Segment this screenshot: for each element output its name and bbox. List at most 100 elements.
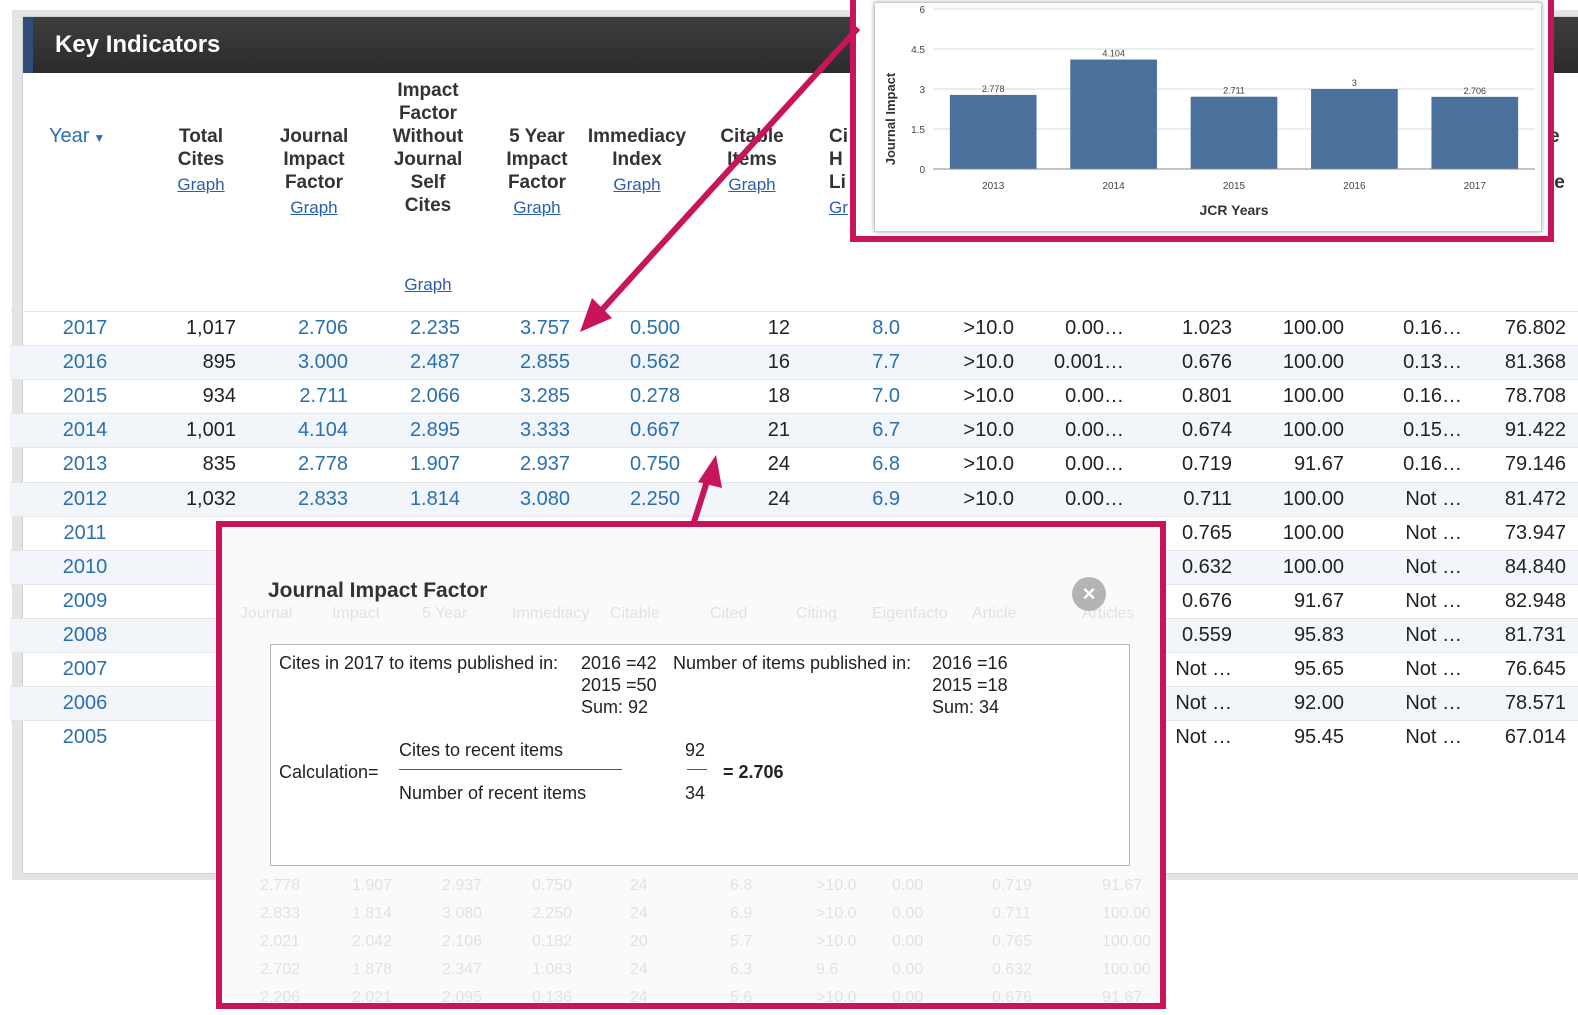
- total-cites-graph-link[interactable]: Graph: [151, 173, 251, 196]
- table-cell: Not …: [1405, 555, 1462, 578]
- table-cell: 1.907: [409, 453, 460, 476]
- table-cell: 0.00…: [1065, 317, 1124, 339]
- table-cell: 8.0: [872, 317, 900, 339]
- year-link[interactable]: 2009: [40, 590, 130, 613]
- bar: [949, 94, 1037, 169]
- table-cell: 91.422: [1504, 419, 1566, 442]
- jifws-l3: Without: [392, 126, 464, 147]
- year-link[interactable]: 2016: [40, 351, 130, 374]
- table-cell: >10.0: [963, 453, 1014, 476]
- ghost-header: Article: [972, 605, 1017, 622]
- table-cell: 2.487: [409, 351, 460, 374]
- bar: [1190, 96, 1278, 169]
- year-link[interactable]: 2005: [40, 726, 130, 749]
- ghost-header: Eigenfacto: [872, 605, 948, 622]
- table-cell: 0.00…: [1065, 487, 1124, 510]
- y-tick-label: 4.5: [911, 45, 925, 56]
- table-cell: 2.778: [297, 453, 348, 476]
- ghost-cell: 0.00: [892, 933, 924, 950]
- cites-2016: 2016 =42: [581, 653, 657, 673]
- fy-l1: 5 Year: [509, 126, 565, 147]
- ghost-header: 5 Year: [422, 605, 468, 622]
- ghost-cell: 0.00: [892, 989, 924, 1006]
- year-link[interactable]: 2012: [40, 488, 130, 511]
- ghost-header: Cited: [710, 605, 748, 622]
- table-cell: 0.00…: [1065, 453, 1124, 476]
- ghost-cell: >10.0: [816, 933, 857, 950]
- calculation-result: = 2.706: [723, 762, 784, 782]
- ghost-cell: 2.021: [260, 933, 301, 950]
- table-cell: 0.719: [1181, 453, 1232, 476]
- imm-l2: Index: [612, 149, 662, 170]
- citable-graph-link[interactable]: Graph: [707, 173, 797, 196]
- ghost-cell: 0.765: [992, 933, 1033, 950]
- table-cell: 95.65: [1293, 658, 1344, 680]
- table-cell: 67.014: [1504, 726, 1566, 749]
- table-cell: 100.00: [1282, 555, 1344, 578]
- table-cell: 21: [767, 419, 790, 442]
- year-link[interactable]: 2014: [40, 419, 130, 442]
- jifws-l5: Self: [410, 172, 446, 193]
- jif-graph-link[interactable]: Graph: [259, 196, 369, 219]
- table-cell: 2.937: [519, 453, 570, 476]
- table-cell: 0.667: [629, 419, 680, 442]
- table-row: 2015 934 2.711 2.066 3.285 0.278 18 7.0 >10.0 0.0…: [10, 379, 1578, 413]
- ghost-cell: 3.080: [442, 905, 483, 922]
- table-cell: 0.801: [1181, 385, 1232, 408]
- table-cell: 1.023: [1181, 317, 1232, 339]
- table-cell: 24: [767, 453, 790, 476]
- table-cell: 2.706: [297, 317, 348, 339]
- table-cell: 0.00…: [1065, 419, 1124, 442]
- table-cell: 0.13…: [1403, 351, 1462, 374]
- table-row: 2013 835 2.778 1.907 2.937 0.750 24 6.8 >10.0 0.0…: [10, 447, 1578, 481]
- ghost-cell: 2.702: [260, 961, 301, 978]
- year-header-label: Year: [49, 125, 90, 147]
- year-sort-header[interactable]: Year ▼: [49, 125, 105, 148]
- bar-value-label: 4.104: [1102, 49, 1125, 59]
- table-cell: 2.833: [297, 487, 348, 510]
- year-link[interactable]: 2006: [40, 692, 130, 715]
- table-cell: 76.645: [1504, 658, 1566, 680]
- fy-l3: Factor: [507, 172, 567, 193]
- jif-without-self-graph-link[interactable]: Graph: [383, 275, 473, 295]
- table-cell: 100.00: [1282, 419, 1344, 442]
- cites-label: Cites in 2017 to items published in:: [279, 653, 559, 673]
- table-cell: 2.235: [409, 317, 460, 339]
- sort-desc-icon: ▼: [93, 131, 106, 145]
- year-link[interactable]: 2008: [40, 624, 130, 647]
- five-year-graph-link[interactable]: Graph: [483, 196, 591, 219]
- table-cell: 84.840: [1504, 555, 1566, 578]
- year-link[interactable]: 2007: [40, 658, 130, 681]
- ghost-cell: >10.0: [816, 989, 857, 1006]
- table-cell: 100.00: [1282, 385, 1344, 408]
- ghost-cell: 24: [630, 905, 648, 922]
- table-cell: 82.948: [1504, 589, 1566, 612]
- denominator-label: Number of recent items: [399, 783, 587, 803]
- imm-l1: Immediacy: [587, 126, 687, 147]
- immediacy-graph-link[interactable]: Graph: [587, 173, 687, 196]
- total-cites-header-l2: Cites: [177, 149, 225, 170]
- table-cell: 100.00: [1282, 351, 1344, 374]
- table-cell: 2.711: [299, 385, 348, 408]
- ghost-cell: 0.00: [892, 877, 924, 894]
- ghost-cell: 0.676: [992, 989, 1033, 1006]
- ghost-cell: 0.182: [532, 933, 573, 950]
- year-link[interactable]: 2011: [40, 522, 130, 545]
- ghost-header: Journal: [240, 605, 293, 622]
- ghost-header: Citing: [796, 605, 837, 622]
- ghost-header: Impact: [332, 605, 381, 622]
- table-cell: 1,001: [185, 419, 236, 442]
- items-2016: 2016 =16: [932, 653, 1008, 673]
- table-cell: 2.250: [629, 487, 680, 510]
- ghost-cell: 24: [630, 877, 648, 894]
- ghost-cell: 0.00: [892, 961, 924, 978]
- year-link[interactable]: 2013: [40, 453, 130, 476]
- year-link[interactable]: 2010: [40, 556, 130, 579]
- close-icon[interactable]: ×: [1072, 577, 1106, 611]
- table-cell: 3.080: [519, 487, 570, 510]
- ghost-header: Citable: [610, 605, 660, 622]
- jif-header-l1: Journal: [279, 126, 349, 147]
- year-link[interactable]: 2017: [40, 317, 130, 340]
- year-link[interactable]: 2015: [40, 385, 130, 408]
- table-cell: 81.368: [1504, 351, 1566, 374]
